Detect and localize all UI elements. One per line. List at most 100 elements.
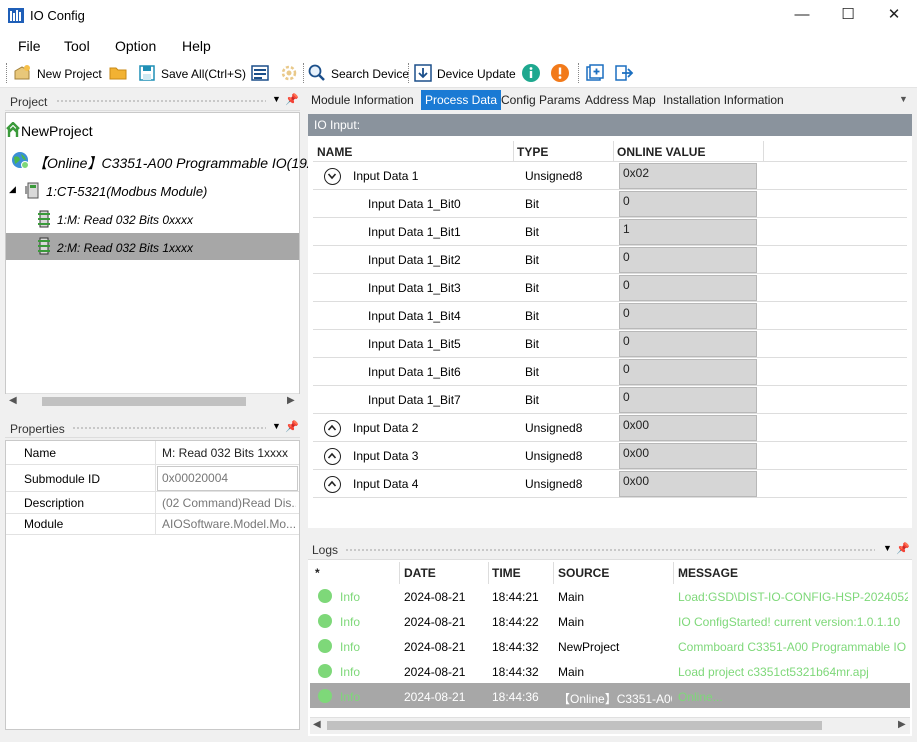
panel-menu-icon[interactable]: ▼ — [272, 421, 281, 431]
new-project-button[interactable]: New Project — [37, 67, 102, 81]
search-icon[interactable] — [307, 63, 327, 83]
io-online-value[interactable]: 0 — [619, 303, 757, 329]
maximize-button[interactable]: ☐ — [825, 0, 871, 32]
expand-icon[interactable] — [324, 448, 341, 465]
log-level: Info — [340, 690, 361, 704]
globe-icon — [12, 152, 29, 169]
property-name-value[interactable]: M: Read 032 Bits 1xxxx — [162, 446, 296, 460]
info-icon[interactable] — [521, 63, 541, 83]
io-online-value[interactable]: 0 — [619, 359, 757, 385]
row-divider — [313, 329, 907, 330]
log-date: 2024-08-21 — [404, 640, 466, 654]
warning-icon[interactable] — [550, 63, 570, 83]
row-divider — [6, 491, 299, 492]
io-online-value[interactable]: 0x02 — [619, 163, 757, 189]
scroll-left-icon[interactable]: ◀ — [9, 395, 17, 406]
column-divider — [513, 141, 514, 161]
device-update-button[interactable]: Device Update — [437, 67, 516, 81]
scroll-thumb[interactable] — [42, 397, 246, 406]
save-icon[interactable] — [137, 63, 157, 83]
io-name-cell: Input Data 1_Bit2 — [368, 253, 461, 267]
scroll-right-icon[interactable]: ▶ — [898, 719, 906, 730]
tree-item-module[interactable]: 1:CT-5321(Modbus Module) — [46, 184, 207, 199]
io-online-value[interactable]: 0x00 — [619, 415, 757, 441]
scroll-left-icon[interactable]: ◀ — [313, 719, 321, 730]
tree-item-device[interactable]: 【Online】C3351-A00 Programmable IO(192. — [33, 153, 319, 173]
log-message[interactable]: IO ConfigStarted! current version:1.0.1.… — [678, 615, 908, 629]
expand-icon[interactable] — [324, 420, 341, 437]
io-online-value[interactable]: 0 — [619, 275, 757, 301]
log-message[interactable]: Online... — [678, 690, 908, 704]
pin-icon[interactable]: 📌 — [896, 542, 910, 555]
io-online-value[interactable]: 0x00 — [619, 443, 757, 469]
log-date: 2024-08-21 — [404, 665, 466, 679]
io-name-cell: Input Data 1_Bit3 — [368, 281, 461, 295]
pin-icon[interactable]: 📌 — [285, 420, 299, 433]
tree-item-newproject[interactable]: NewProject — [21, 123, 93, 139]
io-online-value[interactable]: 0 — [619, 191, 757, 217]
io-online-value[interactable]: 0 — [619, 331, 757, 357]
io-type-cell: Bit — [525, 393, 540, 407]
property-description-value[interactable]: (02 Command)Read Dis... — [162, 496, 296, 510]
column-header-type[interactable]: TYPE — [517, 145, 548, 159]
column-header-online-value[interactable]: ONLINE VALUE — [617, 145, 705, 159]
property-module-value[interactable]: AIOSoftware.Model.Mo... — [162, 517, 296, 531]
menu-option[interactable]: Option — [115, 38, 156, 54]
log-message[interactable]: Load project c3351ct5321b64mr.apj — [678, 665, 908, 679]
window-title: IO Config — [30, 8, 85, 23]
tab-dropdown-icon[interactable]: ▼ — [899, 94, 908, 104]
device-update-icon[interactable] — [413, 63, 433, 83]
panel-menu-icon[interactable]: ▼ — [883, 543, 892, 553]
scroll-right-icon[interactable]: ▶ — [287, 395, 295, 406]
search-device-button[interactable]: Search Device — [331, 67, 409, 81]
tab-installation-information[interactable]: Installation Information — [663, 93, 784, 107]
status-dot-icon — [318, 639, 332, 653]
exit-icon[interactable] — [614, 63, 634, 83]
panel-grip — [345, 548, 875, 552]
io-online-value[interactable]: 0x00 — [619, 471, 757, 497]
row-divider — [313, 357, 907, 358]
log-message[interactable]: Load:GSD\DIST-IO-CONFIG-HSP-20240523. — [678, 590, 908, 604]
menu-file[interactable]: File — [18, 38, 41, 54]
new-project-icon[interactable] — [12, 63, 32, 83]
pin-icon[interactable]: 📌 — [285, 93, 299, 106]
log-message[interactable]: Commboard C3351-A00 Programmable IO I — [678, 640, 908, 654]
io-type-cell: Unsigned8 — [525, 169, 583, 183]
column-divider — [553, 562, 554, 584]
tab-config-params[interactable]: Config Params — [501, 93, 580, 107]
io-online-value[interactable]: 0 — [619, 247, 757, 273]
io-online-value[interactable]: 1 — [619, 219, 757, 245]
tree-item-submodule-1[interactable]: 1:M: Read 032 Bits 0xxxx — [57, 213, 193, 227]
tab-address-map[interactable]: Address Map — [585, 93, 656, 107]
device-list-icon[interactable] — [250, 63, 270, 83]
open-folder-icon[interactable] — [108, 63, 128, 83]
log-column-level[interactable]: * — [315, 566, 320, 580]
menu-help[interactable]: Help — [182, 38, 211, 54]
tree-item-submodule-2[interactable]: 2:M: Read 032 Bits 1xxxx — [57, 241, 193, 255]
log-column-date[interactable]: DATE — [404, 566, 436, 580]
log-column-message[interactable]: MESSAGE — [678, 566, 738, 580]
io-name-cell: Input Data 2 — [353, 421, 419, 435]
log-level: Info — [340, 590, 361, 604]
close-button[interactable]: ✕ — [871, 0, 917, 32]
settings-disabled-icon[interactable] — [279, 63, 299, 83]
expand-icon[interactable] — [324, 476, 341, 493]
tab-module-information[interactable]: Module Information — [311, 93, 414, 107]
collapse-icon[interactable] — [324, 168, 341, 185]
menu-tool[interactable]: Tool — [64, 38, 90, 54]
add-window-icon[interactable] — [585, 63, 605, 83]
toolbar-separator — [408, 63, 409, 83]
column-header-name[interactable]: NAME — [317, 145, 352, 159]
io-name-cell: Input Data 1 — [353, 169, 419, 183]
io-online-value[interactable]: 0 — [619, 387, 757, 413]
panel-menu-icon[interactable]: ▼ — [272, 94, 281, 104]
minimize-button[interactable]: — — [779, 0, 825, 32]
scroll-thumb[interactable] — [327, 721, 822, 730]
save-all-button[interactable]: Save All(Ctrl+S) — [161, 67, 246, 81]
property-submodule-value[interactable]: 0x00020004 — [162, 471, 296, 485]
log-column-time[interactable]: TIME — [492, 566, 521, 580]
tab-process-data[interactable]: Process Data — [421, 90, 502, 110]
collapse-arrow-icon[interactable]: ◢ — [9, 184, 16, 195]
property-description-key: Description — [24, 496, 85, 510]
log-column-source[interactable]: SOURCE — [558, 566, 609, 580]
